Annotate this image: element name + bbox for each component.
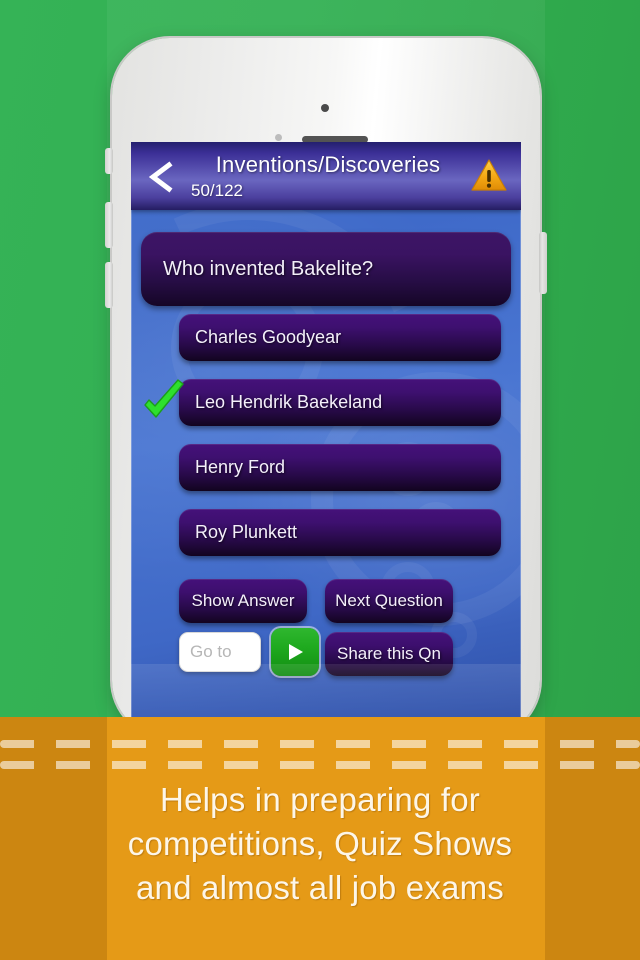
promo-screenshot: Inventions/Discoveries 50/122 Who invent… (0, 0, 640, 960)
app-header-bar: Inventions/Discoveries 50/122 (131, 142, 521, 210)
screen-bottom-gradient (131, 664, 521, 718)
promo-caption-line-2: competitions, Quiz Shows (127, 825, 513, 862)
share-question-button[interactable]: Share this Qn (325, 632, 453, 676)
power-button-icon[interactable] (539, 232, 547, 294)
dashed-divider-line (0, 740, 640, 748)
page-title: Inventions/Discoveries (215, 152, 441, 177)
answer-option[interactable]: Roy Plunkett (179, 509, 501, 556)
proximity-sensor-icon (275, 134, 282, 141)
back-chevron-icon[interactable] (145, 160, 179, 194)
go-play-button[interactable] (271, 628, 319, 676)
promo-caption-line-3: and almost all job exams (136, 869, 504, 906)
promo-caption: Helps in preparing for competitions, Qui… (60, 778, 580, 910)
dashed-divider-line (0, 761, 640, 769)
answer-option[interactable]: Henry Ford (179, 444, 501, 491)
question-text: Who invented Bakelite? (163, 257, 374, 280)
show-answer-label: Show Answer (191, 591, 295, 610)
next-question-button[interactable]: Next Question (325, 579, 453, 623)
answer-option-label: Roy Plunkett (195, 522, 298, 542)
volume-down-button-icon[interactable] (105, 262, 113, 308)
warning-triangle-icon[interactable] (469, 156, 509, 196)
answer-option[interactable]: Charles Goodyear (179, 314, 501, 361)
front-camera-icon (321, 104, 329, 112)
answer-option-label: Leo Hendrik Baekeland (195, 392, 383, 412)
next-question-label: Next Question (335, 591, 443, 610)
share-question-label: Share this Qn (337, 644, 441, 663)
goto-input[interactable] (179, 632, 261, 672)
silent-switch-icon[interactable] (105, 148, 113, 174)
answer-option-label: Henry Ford (195, 457, 286, 477)
volume-up-button-icon[interactable] (105, 202, 113, 248)
question-counter: 50/122 (191, 181, 243, 200)
play-triangle-icon (289, 644, 303, 660)
app-screen: Inventions/Discoveries 50/122 Who invent… (131, 142, 521, 718)
promo-caption-line-1: Helps in preparing for (160, 781, 480, 818)
answer-option-label: Charles Goodyear (195, 327, 342, 347)
question-card: Who invented Bakelite? (141, 232, 511, 306)
answer-option[interactable]: Leo Hendrik Baekeland (179, 379, 501, 426)
show-answer-button[interactable]: Show Answer (179, 579, 307, 623)
